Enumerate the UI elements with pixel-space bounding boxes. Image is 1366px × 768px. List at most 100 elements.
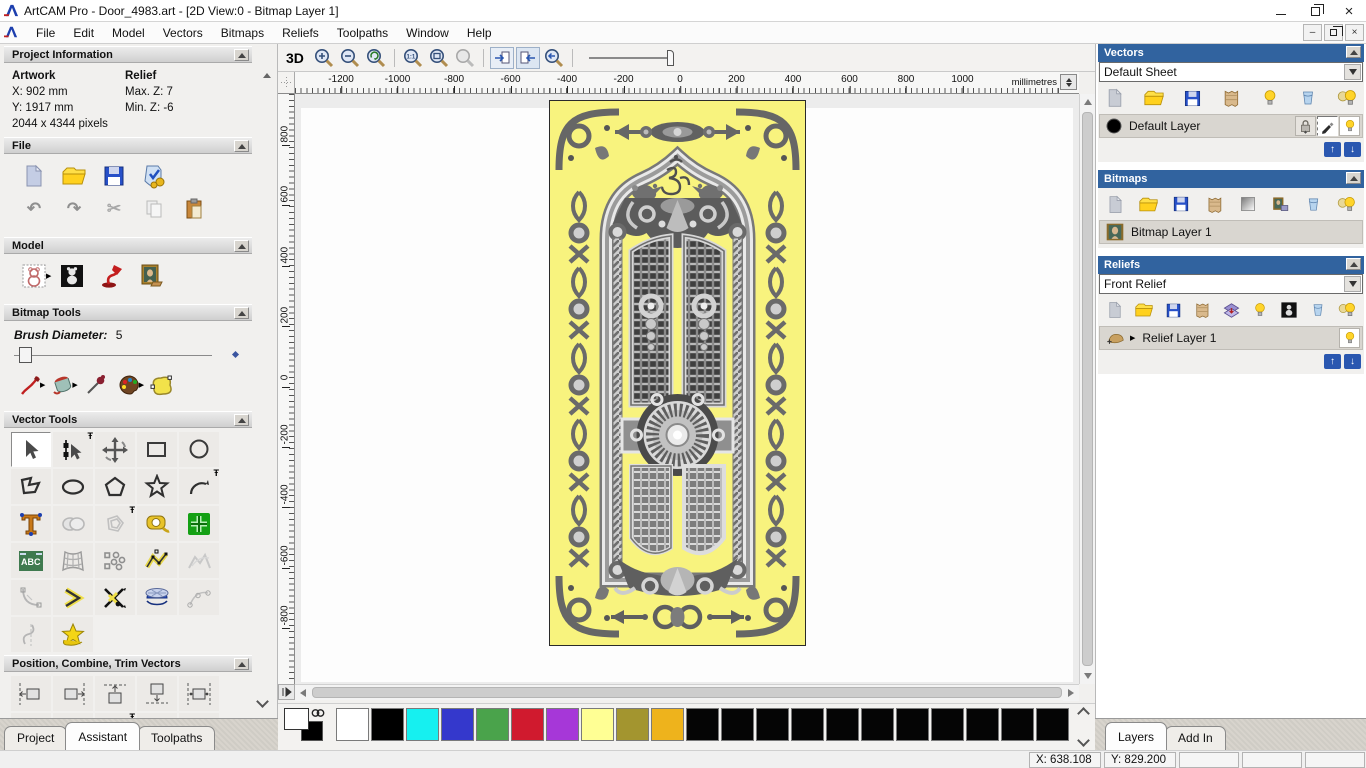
open-bitmap-layer-icon[interactable] bbox=[1135, 192, 1161, 216]
layer-colour-swatch[interactable] bbox=[1106, 118, 1122, 134]
new-model-icon[interactable] bbox=[14, 159, 54, 192]
new-relief-layer-icon[interactable] bbox=[1102, 298, 1128, 322]
save-vector-layer-icon[interactable] bbox=[1179, 86, 1205, 110]
save-relief-layer-icon[interactable] bbox=[1160, 298, 1186, 322]
tab-project[interactable]: Project bbox=[4, 726, 68, 750]
menu-edit[interactable]: Edit bbox=[64, 23, 103, 43]
scroll-right-button[interactable] bbox=[1063, 684, 1079, 701]
minimize-button[interactable] bbox=[1264, 0, 1298, 22]
create-star-tool[interactable] bbox=[137, 469, 177, 504]
menu-window[interactable]: Window bbox=[397, 23, 458, 43]
block-copy-tool[interactable] bbox=[95, 543, 135, 578]
dropdown-arrow-icon[interactable] bbox=[1344, 276, 1361, 292]
snap-to-grid-toggle[interactable] bbox=[489, 46, 514, 69]
vertical-scrollbar[interactable] bbox=[1079, 94, 1096, 684]
colour-swatch-12[interactable] bbox=[756, 708, 789, 741]
toggle-all-layers-icon[interactable] bbox=[1334, 86, 1360, 110]
create-circle-tool[interactable] bbox=[179, 432, 219, 467]
vector-layer-row[interactable]: Default Layer bbox=[1099, 114, 1363, 138]
brush-diameter-slider[interactable] bbox=[14, 346, 240, 364]
ruler-origin-button[interactable] bbox=[278, 72, 295, 94]
section-header-project-information[interactable]: Project Information bbox=[4, 46, 252, 63]
copy-icon[interactable] bbox=[134, 192, 174, 225]
text-on-curve-tool[interactable]: ABC bbox=[11, 543, 51, 578]
open-vector-layer-icon[interactable] bbox=[1141, 86, 1167, 110]
colour-swatch-10[interactable] bbox=[686, 708, 719, 741]
restore-button[interactable] bbox=[1298, 0, 1332, 22]
colour-swatch-19[interactable] bbox=[1001, 708, 1034, 741]
colour-swatch-9[interactable] bbox=[651, 708, 684, 741]
section-header-bitmap-tools[interactable]: Bitmap Tools bbox=[4, 304, 252, 321]
colour-swatch-5[interactable] bbox=[511, 708, 544, 741]
horizontal-scroll-thumb[interactable] bbox=[312, 687, 1062, 698]
menu-bitmaps[interactable]: Bitmaps bbox=[212, 23, 273, 43]
mdi-minimize-button[interactable]: – bbox=[1303, 24, 1322, 41]
greyscale-preview-icon[interactable] bbox=[1235, 192, 1261, 216]
section-profile-tool[interactable] bbox=[11, 617, 51, 652]
bitmap-model-icon[interactable] bbox=[52, 259, 92, 292]
link-colours-icon[interactable] bbox=[311, 708, 325, 718]
cut-icon[interactable]: ✂ bbox=[94, 192, 134, 225]
bitmaps-header[interactable]: Bitmaps bbox=[1098, 170, 1364, 188]
collapse-button[interactable] bbox=[1346, 46, 1361, 58]
create-arc-tool[interactable]: Ŧ bbox=[179, 468, 219, 504]
pan-view-icon[interactable] bbox=[542, 47, 566, 69]
tab-layers[interactable]: Layers bbox=[1105, 722, 1168, 750]
menu-model[interactable]: Model bbox=[103, 23, 154, 43]
save-bitmap-layer-icon[interactable] bbox=[1168, 192, 1194, 216]
measure-tool[interactable] bbox=[137, 506, 177, 541]
move-relief-up-button[interactable]: ↑ bbox=[1324, 354, 1341, 369]
distort-vectors-tool[interactable] bbox=[53, 543, 93, 578]
node-editing-tool[interactable]: Ŧ bbox=[53, 431, 93, 467]
collapse-button[interactable] bbox=[234, 240, 249, 252]
colour-swatch-20[interactable] bbox=[1036, 708, 1069, 741]
edit-palette-icon[interactable] bbox=[113, 368, 147, 401]
vector-sheet-select[interactable]: Default Sheet bbox=[1099, 62, 1363, 82]
colour-swatch-3[interactable] bbox=[441, 708, 474, 741]
align-right-tool[interactable] bbox=[53, 676, 93, 711]
colour-swatch-11[interactable] bbox=[721, 708, 754, 741]
transform-vectors-tool[interactable] bbox=[95, 432, 135, 467]
move-relief-down-button[interactable]: ↓ bbox=[1344, 354, 1361, 369]
new-bitmap-layer-icon[interactable] bbox=[1102, 192, 1128, 216]
new-vector-layer-icon[interactable] bbox=[1102, 86, 1128, 110]
trim-vectors-tool[interactable] bbox=[95, 580, 135, 615]
colour-swatch-8[interactable] bbox=[616, 708, 649, 741]
create-rectangle-tool[interactable] bbox=[137, 432, 177, 467]
menu-file[interactable]: File bbox=[27, 23, 64, 43]
merge-bitmap-layers-icon[interactable] bbox=[1201, 192, 1227, 216]
model-properties-icon[interactable] bbox=[134, 159, 174, 192]
scroll-down-button[interactable] bbox=[1080, 668, 1096, 684]
align-top-tool[interactable] bbox=[95, 676, 135, 711]
delete-bitmap-layer-icon[interactable] bbox=[1301, 192, 1327, 216]
greyscale-from-relief-icon[interactable] bbox=[1276, 298, 1302, 322]
colour-swatch-14[interactable] bbox=[826, 708, 859, 741]
horizontal-scrollbar[interactable] bbox=[295, 684, 1079, 701]
colour-swatch-15[interactable] bbox=[861, 708, 894, 741]
weld-vectors-tool[interactable] bbox=[53, 506, 93, 541]
section-header-vector-tools[interactable]: Vector Tools bbox=[4, 411, 252, 428]
scroll-up-button[interactable] bbox=[1080, 94, 1096, 110]
preview-image-icon[interactable] bbox=[132, 259, 172, 292]
ruler-unit-dropdown[interactable] bbox=[1060, 74, 1077, 90]
paint-tool-icon[interactable] bbox=[14, 368, 48, 401]
zoom-out-icon[interactable] bbox=[338, 47, 362, 69]
create-ellipse-tool[interactable] bbox=[53, 469, 93, 504]
toggle-all-reliefs-icon[interactable] bbox=[1334, 298, 1360, 322]
undo-icon[interactable]: ↶ bbox=[14, 192, 54, 225]
section-header-position-combine-trim[interactable]: Position, Combine, Trim Vectors bbox=[4, 655, 252, 672]
colour-swatch-0[interactable] bbox=[336, 708, 369, 741]
2d-view-canvas[interactable] bbox=[295, 94, 1079, 684]
colour-swatch-18[interactable] bbox=[966, 708, 999, 741]
zoom-previous-icon[interactable] bbox=[364, 47, 388, 69]
bitmap-to-vector-icon[interactable] bbox=[145, 368, 179, 401]
colour-swatch-6[interactable] bbox=[546, 708, 579, 741]
colour-swatch-7[interactable] bbox=[581, 708, 614, 741]
colour-swatch-2[interactable] bbox=[406, 708, 439, 741]
menu-vectors[interactable]: Vectors bbox=[154, 23, 212, 43]
move-layer-down-button[interactable]: ↓ bbox=[1344, 142, 1361, 157]
relief-layer-row[interactable]: ▶ Relief Layer 1 bbox=[1099, 326, 1363, 350]
sketch-model-icon[interactable] bbox=[14, 259, 54, 292]
colour-swatch-1[interactable] bbox=[371, 708, 404, 741]
open-model-icon[interactable] bbox=[54, 159, 94, 192]
